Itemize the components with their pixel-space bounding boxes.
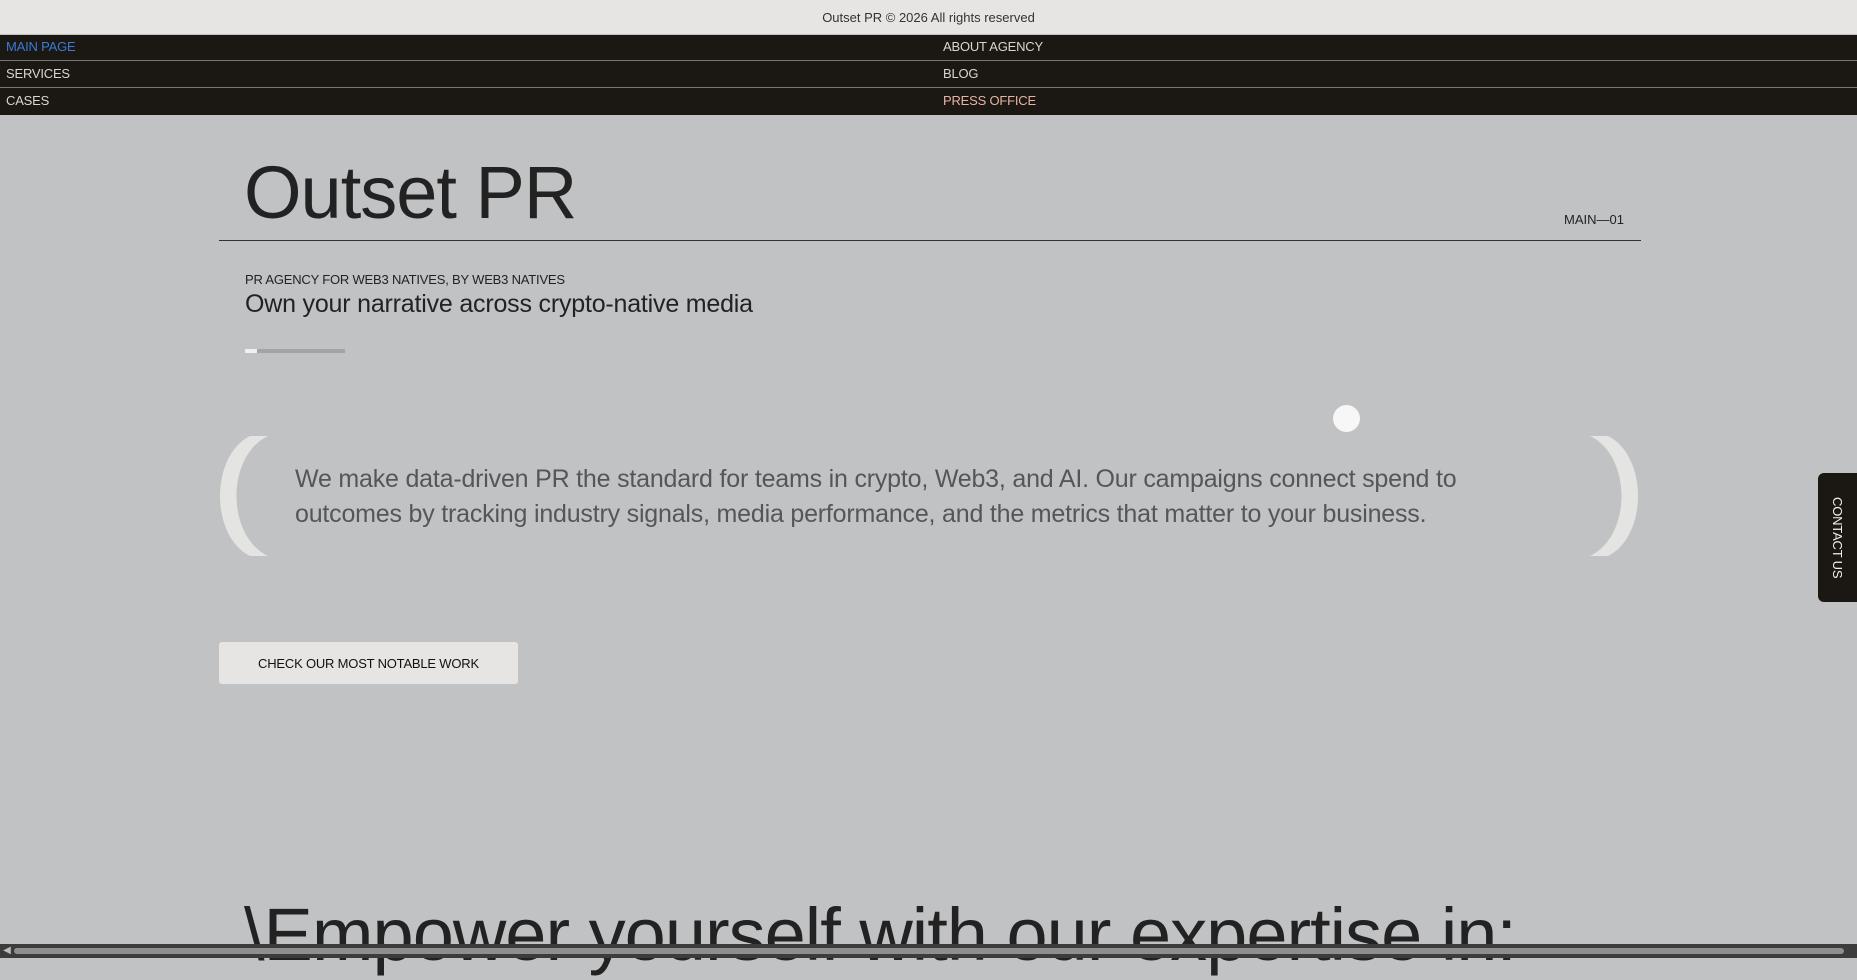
scrollbar-thumb[interactable]	[14, 948, 1844, 954]
nav-divider	[0, 87, 1857, 88]
nav-divider	[0, 60, 1857, 61]
horizontal-scrollbar[interactable]: ◀	[0, 944, 1857, 958]
contact-us-tab[interactable]: CONTACT US	[1818, 473, 1857, 602]
hero-tagline: PR AGENCY FOR WEB3 NATIVES, BY WEB3 NATI…	[245, 272, 565, 287]
nav-about-agency[interactable]: ABOUT AGENCY	[937, 35, 1043, 61]
section-code: MAIN—01	[1564, 212, 1624, 227]
nav-cases[interactable]: CASES	[0, 89, 49, 115]
nav-blog[interactable]: BLOG	[937, 62, 979, 88]
left-parenthesis-icon	[220, 436, 268, 556]
chevron-left-icon[interactable]: ◀	[2, 944, 12, 958]
slide-progress-bar	[245, 349, 345, 353]
nav-press-office[interactable]: PRESS OFFICE	[937, 89, 1036, 115]
hero-title: Outset PR	[244, 151, 577, 234]
slide-progress-fill	[245, 349, 257, 353]
contact-us-label: CONTACT US	[1830, 496, 1845, 579]
right-parenthesis-icon	[1590, 436, 1638, 556]
cursor-dot	[1333, 405, 1360, 432]
main-nav: MAIN PAGE ABOUT AGENCY SERVICES BLOG CAS…	[0, 35, 1857, 115]
hero-divider	[219, 240, 1641, 241]
notable-work-button[interactable]: CHECK OUR MOST NOTABLE WORK	[219, 642, 518, 684]
top-bar: Outset PR © 2026 All rights reserved	[0, 0, 1857, 34]
nav-services[interactable]: SERVICES	[0, 62, 70, 88]
hero-subtitle: Own your narrative across crypto-native …	[245, 290, 753, 318]
expertise-heading: \Empower yourself with our expertise in:	[244, 893, 1517, 976]
nav-main-page[interactable]: MAIN PAGE	[0, 35, 76, 61]
statement-text: We make data-driven PR the standard for …	[295, 465, 1457, 528]
copyright-text: Outset PR © 2026 All rights reserved	[822, 9, 1035, 25]
